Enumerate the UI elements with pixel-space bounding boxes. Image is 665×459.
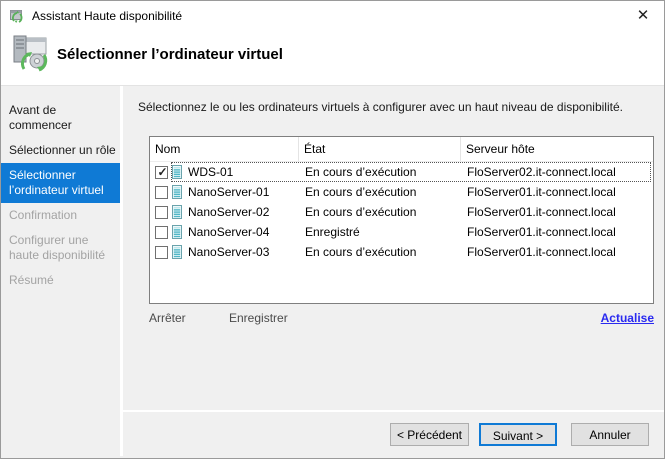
vm-name: NanoServer-01 bbox=[188, 185, 270, 199]
table-row[interactable]: NanoServer-04 Enregistré FloServer01.it-… bbox=[150, 222, 653, 242]
row-checkbox[interactable] bbox=[155, 165, 169, 179]
row-checkbox[interactable] bbox=[155, 185, 168, 199]
button-bar: < Précédent Suivant > Annuler bbox=[123, 410, 664, 456]
wizard-window: Assistant Haute disponibilité ✕ Sélectio… bbox=[0, 0, 665, 459]
row-checkbox[interactable] bbox=[155, 245, 168, 259]
vm-state: En cours d’exécution bbox=[305, 165, 417, 179]
vm-listview: Nom État Serveur hôte WDS-01 En cours d’… bbox=[149, 136, 654, 304]
row-checkbox[interactable] bbox=[155, 205, 168, 219]
main-panel: Sélectionnez le ou les ordinateurs virtu… bbox=[123, 86, 664, 456]
vm-icon bbox=[172, 185, 182, 199]
title-bar: Assistant Haute disponibilité ✕ bbox=[1, 1, 664, 31]
wizard-steps-sidebar: Avant de commencer Sélectionner un rôle … bbox=[1, 86, 120, 456]
vm-host: FloServer01.it-connect.local bbox=[467, 225, 616, 239]
vm-state: En cours d’exécution bbox=[305, 185, 417, 199]
vm-state: Enregistré bbox=[305, 225, 360, 239]
top-band: Assistant Haute disponibilité ✕ Sélectio… bbox=[1, 1, 664, 86]
table-row[interactable]: NanoServer-01 En cours d’exécution FloSe… bbox=[150, 182, 653, 202]
vm-name: NanoServer-02 bbox=[188, 205, 270, 219]
sidebar-item-confirmation: Confirmation bbox=[9, 208, 78, 222]
sidebar-item-avant-de-commencer[interactable]: Avant de commencer bbox=[1, 98, 120, 138]
table-row[interactable]: NanoServer-03 En cours d’exécution FloSe… bbox=[150, 242, 653, 262]
refresh-link[interactable]: Actualise bbox=[601, 311, 654, 325]
page-title: Sélectionner l’ordinateur virtuel bbox=[57, 45, 283, 63]
stop-vm-action[interactable]: Arrêter bbox=[149, 311, 229, 325]
vm-icon bbox=[172, 205, 182, 219]
next-button[interactable]: Suivant > bbox=[479, 422, 557, 446]
vm-icon bbox=[172, 245, 182, 259]
column-header-serveur-hote[interactable]: Serveur hôte bbox=[461, 137, 653, 161]
vm-host: FloServer01.it-connect.local bbox=[467, 205, 616, 219]
vm-host: FloServer02.it-connect.local bbox=[467, 165, 616, 179]
vm-icon bbox=[172, 165, 182, 179]
cancel-button[interactable]: Annuler bbox=[571, 422, 649, 446]
sidebar-item-selectionner-ordinateur-virtuel[interactable]: Sélectionner l’ordinateur virtuel bbox=[1, 163, 120, 203]
instruction-text: Sélectionnez le ou les ordinateurs virtu… bbox=[138, 100, 623, 114]
wizard-body: Avant de commencer Sélectionner un rôle … bbox=[1, 86, 664, 456]
vm-name: NanoServer-03 bbox=[188, 245, 270, 259]
sidebar-item-resume: Résumé bbox=[9, 273, 54, 287]
vm-host: FloServer01.it-connect.local bbox=[467, 245, 616, 259]
save-vm-action[interactable]: Enregistrer bbox=[229, 311, 288, 325]
sidebar-item-configurer-haute-disponibilite: Configurer une haute disponibilité bbox=[9, 233, 106, 262]
previous-button[interactable]: < Précédent bbox=[389, 422, 469, 446]
table-row[interactable]: NanoServer-02 En cours d’exécution FloSe… bbox=[150, 202, 653, 222]
sidebar-item-selectionner-un-role[interactable]: Sélectionner un rôle bbox=[1, 138, 120, 163]
vm-name: WDS-01 bbox=[188, 165, 234, 179]
wizard-header: Sélectionner l’ordinateur virtuel bbox=[1, 31, 664, 85]
main-content: Sélectionnez le ou les ordinateurs virtu… bbox=[123, 86, 664, 410]
vm-icon bbox=[172, 225, 182, 239]
list-actions: Arrêter Enregistrer Actualise bbox=[149, 311, 654, 325]
vm-name: NanoServer-04 bbox=[188, 225, 270, 239]
wizard-app-icon bbox=[9, 8, 25, 24]
close-icon[interactable]: ✕ bbox=[630, 3, 656, 29]
table-row[interactable]: WDS-01 En cours d’exécution FloServer02.… bbox=[150, 162, 653, 182]
high-availability-icon bbox=[11, 35, 49, 73]
listview-header: Nom État Serveur hôte bbox=[150, 137, 653, 162]
column-header-etat[interactable]: État bbox=[299, 137, 461, 161]
vm-host: FloServer01.it-connect.local bbox=[467, 185, 616, 199]
window-title: Assistant Haute disponibilité bbox=[32, 9, 183, 23]
vm-state: En cours d’exécution bbox=[305, 245, 417, 259]
vm-state: En cours d’exécution bbox=[305, 205, 417, 219]
column-header-nom[interactable]: Nom bbox=[150, 137, 299, 161]
row-checkbox[interactable] bbox=[155, 225, 168, 239]
